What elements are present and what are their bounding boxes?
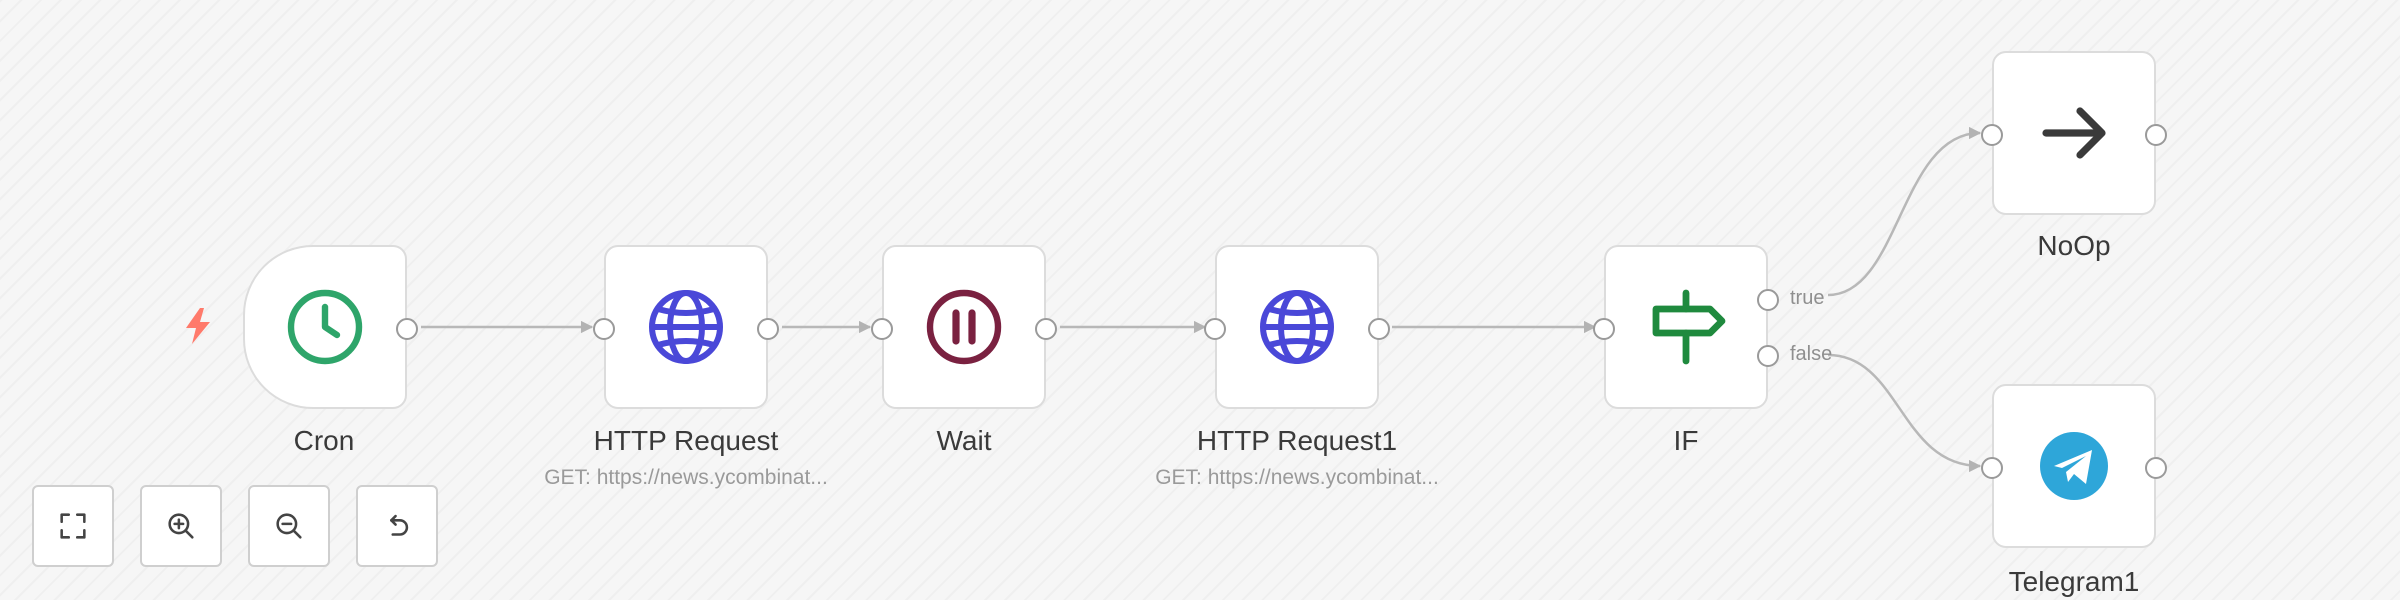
output-handle[interactable]	[396, 318, 418, 340]
node-cron[interactable]	[243, 245, 418, 409]
fit-view-button[interactable]	[32, 485, 114, 567]
output-true-handle[interactable]	[1757, 289, 1779, 311]
globe-icon	[1260, 290, 1334, 364]
output-handle[interactable]	[757, 318, 779, 340]
globe-icon	[649, 290, 723, 364]
telegram-icon	[2040, 432, 2108, 500]
output-false-handle[interactable]	[1757, 345, 1779, 367]
input-handle[interactable]	[871, 318, 893, 340]
reset-zoom-button[interactable]	[356, 485, 438, 567]
node-http-request[interactable]	[593, 245, 779, 409]
node-subtitle-http-request: GET: https://news.ycombinat...	[544, 466, 828, 489]
node-if[interactable]	[1593, 245, 1779, 409]
arrow-right-icon	[2042, 107, 2106, 159]
input-handle[interactable]	[593, 318, 615, 340]
zoom-out-icon	[276, 513, 302, 539]
node-label-http-request1: HTTP Request1	[1196, 425, 1398, 456]
input-handle[interactable]	[1981, 457, 2003, 479]
branch-label-false: false	[1790, 343, 1833, 365]
node-subtitle-http-request1: GET: https://news.ycombinat...	[1155, 466, 1439, 489]
node-http-request1[interactable]	[1204, 245, 1390, 409]
input-handle[interactable]	[1204, 318, 1226, 340]
clock-icon	[287, 289, 363, 365]
node-noop[interactable]	[1981, 51, 2167, 215]
zoom-in-icon	[168, 513, 194, 539]
fit-view-icon	[60, 513, 86, 539]
node-label-cron: Cron	[293, 425, 355, 456]
zoom-out-button[interactable]	[248, 485, 330, 567]
output-handle[interactable]	[2145, 457, 2167, 479]
node-wait[interactable]	[871, 245, 1057, 409]
output-handle[interactable]	[2145, 124, 2167, 146]
pause-icon	[926, 289, 1002, 365]
node-label-telegram1: Telegram1	[2008, 566, 2140, 597]
node-label-wait: Wait	[936, 425, 992, 456]
output-handle[interactable]	[1035, 318, 1057, 340]
edge-if-true-noop[interactable]	[1827, 126, 1982, 297]
input-handle[interactable]	[1593, 318, 1615, 340]
signpost-icon	[1652, 289, 1726, 365]
node-label-if: IF	[1673, 425, 1699, 456]
branch-label-true: true	[1790, 287, 1825, 309]
node-telegram1[interactable]	[1981, 384, 2167, 548]
undo-icon	[390, 514, 409, 536]
workflow-canvas[interactable]: Cron HTTP Request GET: https://news.ycom…	[0, 0, 2400, 600]
zoom-in-button[interactable]	[140, 485, 222, 567]
input-handle[interactable]	[1981, 124, 2003, 146]
output-handle[interactable]	[1368, 318, 1390, 340]
node-label-noop: NoOp	[2037, 230, 2111, 261]
trigger-bolt-icon	[186, 308, 210, 344]
